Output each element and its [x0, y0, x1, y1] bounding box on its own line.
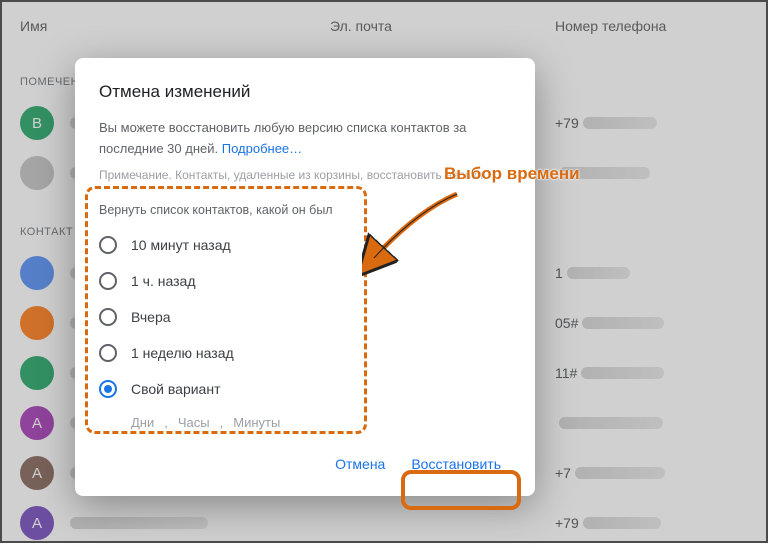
- time-option-radio[interactable]: 10 минут назад: [99, 227, 511, 263]
- radio-icon: [99, 272, 117, 290]
- radio-label: 1 неделю назад: [131, 345, 234, 361]
- radio-icon: [99, 308, 117, 326]
- time-radio-group: 10 минут назад 1 ч. назад Вчера 1 неделю на…: [99, 227, 511, 407]
- custom-days-label: Дни: [131, 415, 154, 430]
- dialog-note: Примечание. Контакты, удаленные из корзи…: [99, 166, 511, 185]
- radio-label: Свой вариант: [131, 381, 221, 397]
- dialog-title: Отмена изменений: [99, 82, 511, 102]
- radio-label: 10 минут назад: [131, 237, 231, 253]
- restore-button[interactable]: Восстановить: [401, 448, 511, 480]
- time-option-radio[interactable]: Вчера: [99, 299, 511, 335]
- radio-label: Вчера: [131, 309, 171, 325]
- time-option-radio[interactable]: 1 неделю назад: [99, 335, 511, 371]
- radio-icon: [99, 236, 117, 254]
- unit-sep: ,: [220, 415, 224, 430]
- radio-label: 1 ч. назад: [131, 273, 195, 289]
- unit-sep: ,: [164, 415, 168, 430]
- radio-icon: [99, 344, 117, 362]
- custom-hours-label: Часы: [178, 415, 210, 430]
- custom-time-inputs[interactable]: Дни , Часы , Минуты: [131, 415, 511, 430]
- undo-changes-dialog: Отмена изменений Вы можете восстановить …: [75, 58, 535, 496]
- dialog-description: Вы можете восстановить любую версию спис…: [99, 118, 511, 185]
- cancel-button[interactable]: Отмена: [325, 448, 395, 480]
- radio-group-label: Вернуть список контактов, какой он был: [99, 203, 511, 217]
- time-option-radio[interactable]: 1 ч. назад: [99, 263, 511, 299]
- radio-icon: [99, 380, 117, 398]
- custom-minutes-label: Минуты: [233, 415, 280, 430]
- time-option-radio[interactable]: Свой вариант: [99, 371, 511, 407]
- learn-more-link[interactable]: Подробнее…: [222, 141, 302, 156]
